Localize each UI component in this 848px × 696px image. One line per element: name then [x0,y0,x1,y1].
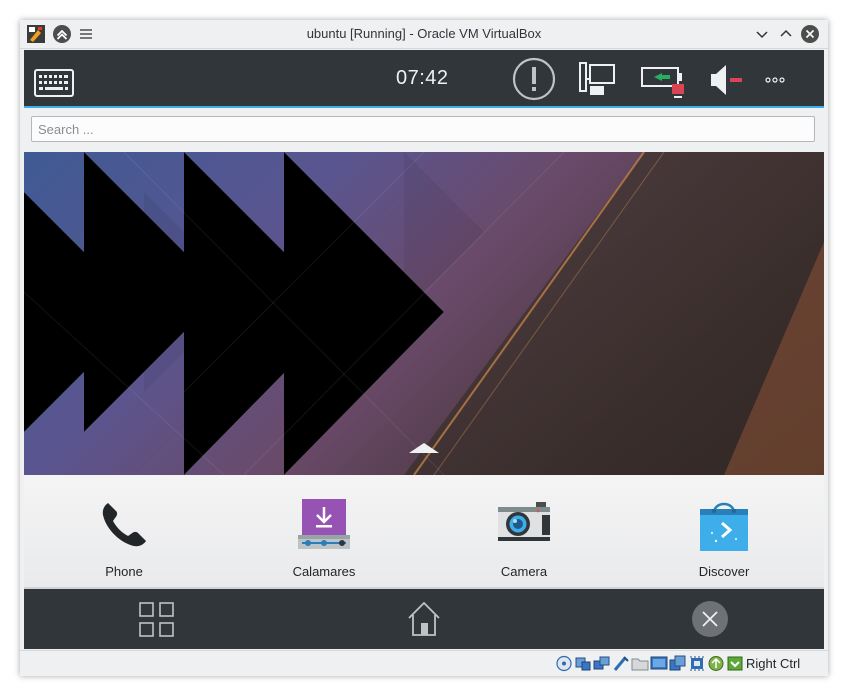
favorites-dock: Phone Calamares Camera Discover [24,475,824,589]
phone-navigation-bar [24,589,824,649]
virtualbox-statusbar: Right Ctrl [20,650,828,676]
calamares-installer-icon [298,499,350,549]
app-discover[interactable]: Discover [624,475,824,587]
notification-alert-icon[interactable] [512,57,556,101]
phone-top-panel: 07:42 [24,50,824,108]
home-icon[interactable] [406,600,442,638]
usb-icon[interactable] [612,655,630,672]
host-key-label: Right Ctrl [746,656,801,671]
minimize-icon[interactable] [752,24,772,44]
task-switcher-icon[interactable] [138,601,176,639]
app-label: Camera [500,564,548,579]
more-icon[interactable] [765,76,785,84]
window-title: ubuntu [Running] - Oracle VM VirtualBox [306,26,542,41]
recording-icon[interactable] [669,655,687,672]
app-phone[interactable]: Phone [24,475,224,587]
battery-icon[interactable] [640,64,688,100]
window-titlebar[interactable]: ubuntu [Running] - Oracle VM VirtualBox [20,20,828,49]
mouse-integration-icon[interactable] [707,655,725,672]
network-wired-icon[interactable] [578,59,618,99]
wallpaper-image [24,152,824,475]
display-icon[interactable] [650,655,668,672]
keyboard-capture-icon[interactable] [726,655,744,672]
virtualbox-window: ubuntu [Running] - Oracle VM VirtualBox … [20,20,828,676]
keyboard-icon[interactable] [34,69,74,97]
app-calamares[interactable]: Calamares [224,475,424,587]
volume-muted-icon[interactable] [708,62,748,98]
device-indicators [555,655,744,672]
app-label: Phone [105,564,143,579]
network-adapter-icon[interactable] [593,655,611,672]
camera-icon [498,502,550,541]
app-label: Discover [698,564,750,579]
discover-store-icon [700,502,748,551]
optical-drive-icon[interactable] [574,655,592,672]
app-drawer-handle-icon[interactable] [409,442,439,454]
clock: 07:42 [396,67,449,89]
search-input[interactable] [31,116,815,142]
phone-icon [102,503,146,547]
close-icon[interactable] [691,600,729,638]
app-camera[interactable]: Camera [424,475,624,587]
shared-folders-icon[interactable] [631,655,649,672]
maximize-icon[interactable] [776,24,796,44]
wallpaper [24,152,824,475]
window-close-icon[interactable] [800,24,820,44]
cpu-icon[interactable] [688,655,706,672]
app-label: Calamares [292,564,356,579]
hard-disk-icon[interactable] [555,655,573,672]
